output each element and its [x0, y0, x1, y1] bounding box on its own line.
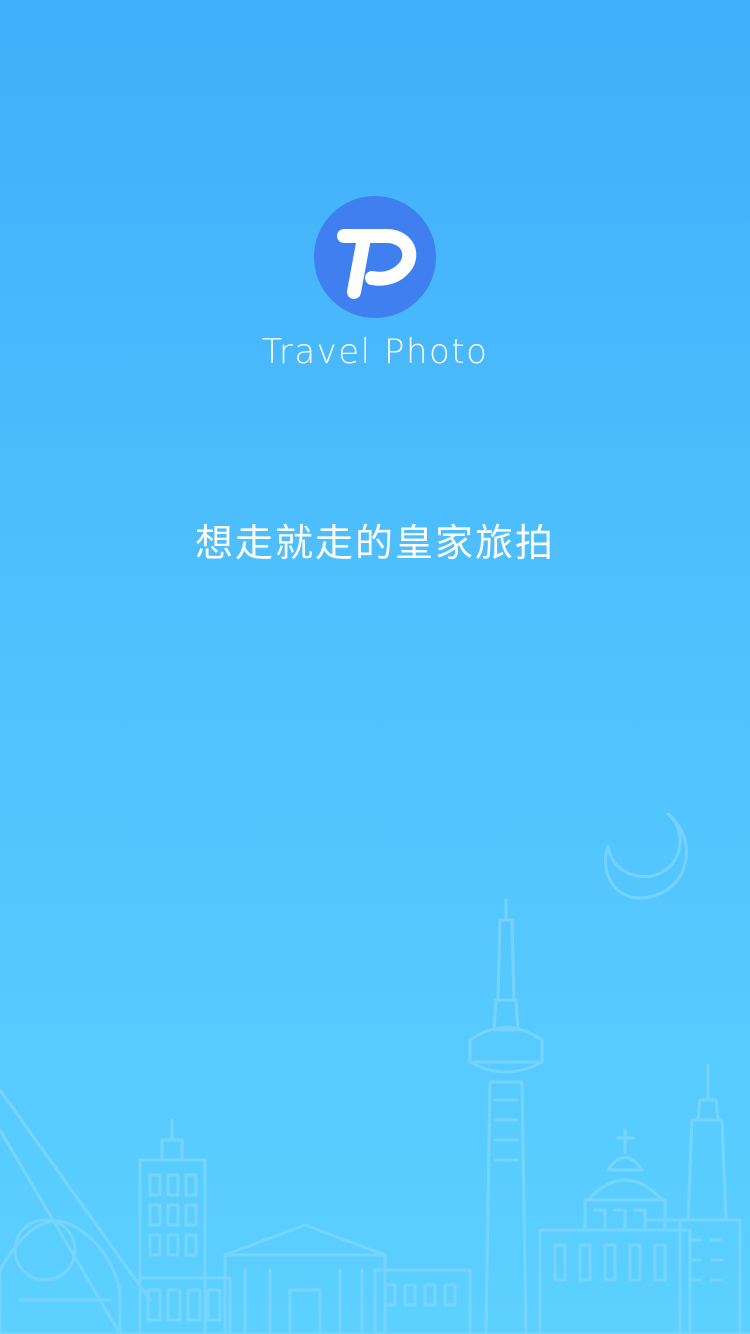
- tagline: 想走就走的皇家旅拍: [194, 521, 555, 565]
- app-name: Travel Photo: [261, 332, 489, 372]
- tp-logo-icon: [314, 196, 436, 318]
- crescent-moon-icon: [604, 812, 688, 900]
- city-skyline-icon: [0, 800, 750, 1334]
- splash-screen: Travel Photo 想走就走的皇家旅拍: [0, 0, 750, 1334]
